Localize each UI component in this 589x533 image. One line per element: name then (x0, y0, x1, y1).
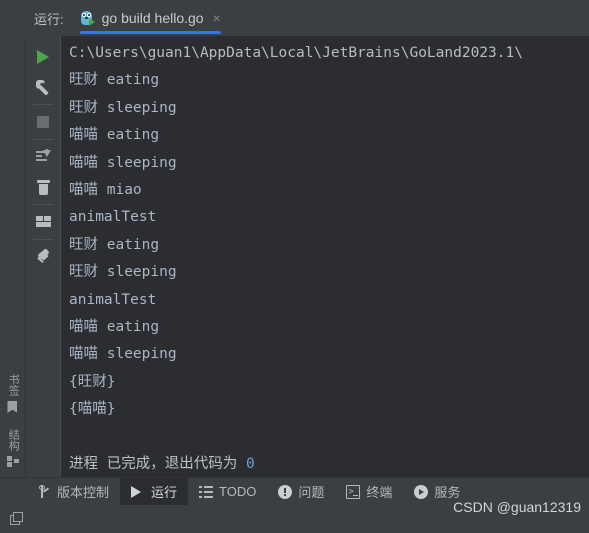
console-line: 喵喵 eating (69, 127, 160, 144)
pin-icon (36, 247, 51, 265)
sidebar-item-label: 书签 (7, 374, 20, 396)
todo-list-icon (199, 485, 214, 499)
console-panel[interactable]: C:\Users\guan1\AppData\Local\JetBrains\G… (60, 36, 589, 477)
rerun-button[interactable] (28, 42, 58, 72)
run-toolbar (26, 36, 60, 477)
tool-button-problems[interactable]: 问题 (267, 478, 335, 505)
main-body: 书签 结构 C:\Users\guan1\AppData\Local\JetBr… (0, 36, 589, 477)
scroll-to-end-icon (35, 149, 51, 164)
tool-button-run[interactable]: 运行 (120, 478, 189, 505)
console-line: animalTest (69, 209, 157, 226)
left-tool-strip: 书签 结构 (0, 36, 26, 477)
console-line: C:\Users\guan1\AppData\Local\JetBrains\G… (69, 45, 523, 61)
run-tab-go-build[interactable]: go build hello.go × (74, 0, 227, 36)
header-gutter (0, 0, 26, 36)
tool-button-terminal[interactable]: > 终端 (335, 478, 403, 505)
console-line: 旺财 eating (69, 72, 160, 89)
tool-button-version-control[interactable]: 版本控制 (26, 478, 120, 505)
clear-all-button[interactable] (28, 172, 58, 202)
toolbar-divider (33, 204, 53, 205)
console-line: 进程 已完成，退出代码为 0 (69, 456, 255, 473)
layout-settings-button[interactable] (28, 207, 58, 237)
console-line: 旺财 sleeping (69, 99, 177, 116)
sidebar-item-bookmarks[interactable]: 书签 (7, 368, 19, 423)
play-icon (37, 50, 49, 64)
console-line: 旺财 eating (69, 236, 160, 253)
edit-configuration-button[interactable] (28, 72, 58, 102)
terminal-icon: > (346, 484, 361, 499)
stop-button[interactable] (28, 107, 58, 137)
toolbar-divider (33, 239, 53, 240)
run-label: 运行: (34, 12, 64, 27)
console-line: {旺财} (69, 373, 116, 390)
window-layout-icon[interactable] (10, 512, 24, 526)
tool-button-todo[interactable]: TODO (188, 478, 267, 505)
services-icon (414, 484, 429, 499)
go-gopher-icon (80, 10, 95, 26)
pin-tab-button[interactable] (28, 242, 58, 272)
console-line: 旺财 sleeping (69, 264, 177, 281)
console-output[interactable]: C:\Users\guan1\AppData\Local\JetBrains\G… (61, 36, 589, 477)
wrench-icon (35, 79, 51, 96)
status-bar: CSDN @guan12319 (0, 499, 589, 533)
tool-button-label: 运行 (151, 485, 178, 500)
tool-button-label: TODO (219, 484, 257, 499)
console-line: 喵喵 sleeping (69, 346, 177, 363)
trash-icon (36, 179, 50, 195)
structure-icon (6, 456, 19, 467)
run-play-icon (131, 485, 145, 499)
console-line: 喵喵 sleeping (69, 154, 177, 171)
layout-icon (35, 216, 51, 228)
toolbar-divider (33, 139, 53, 140)
toolbar-divider (33, 104, 53, 105)
bookmark-icon (7, 401, 18, 413)
scroll-to-end-button[interactable] (28, 142, 58, 172)
tool-button-label: 问题 (298, 485, 325, 500)
vcs-branch-icon (37, 484, 51, 499)
goland-run-tool-window: 运行: go build hello.go × 书签 结构 C:\Users\g… (0, 0, 589, 533)
watermark-text: CSDN @guan12319 (453, 499, 581, 515)
stop-icon (37, 116, 49, 128)
run-tab-title: go build hello.go (101, 10, 204, 26)
active-tab-underline (79, 31, 221, 34)
sidebar-item-structure[interactable]: 结构 (6, 423, 20, 477)
run-tool-header: 运行: go build hello.go × (0, 0, 589, 36)
close-icon[interactable]: × (211, 11, 221, 25)
sidebar-item-label: 结构 (7, 429, 20, 451)
problem-warning-icon (278, 484, 293, 499)
tool-button-label: 版本控制 (57, 485, 110, 500)
tool-button-label: 终端 (366, 485, 393, 500)
console-line: 喵喵 eating (69, 319, 160, 336)
exit-code: 0 (245, 456, 255, 473)
console-line: 喵喵 miao (69, 182, 142, 199)
console-line: animalTest (69, 291, 157, 308)
console-line: {喵喵} (69, 401, 116, 418)
